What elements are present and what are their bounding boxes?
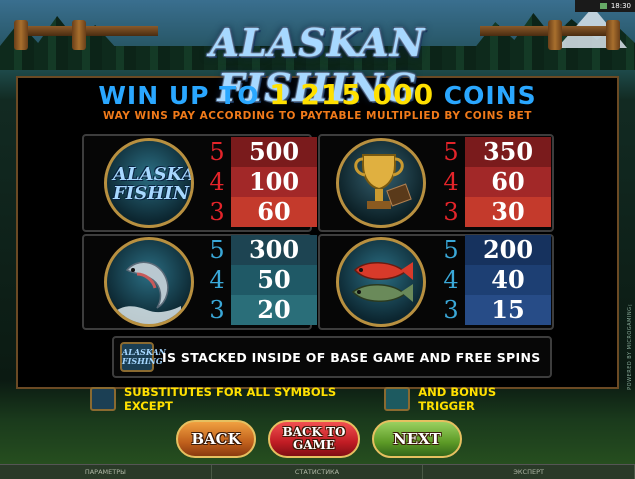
pay-4: 60 xyxy=(465,167,551,197)
salmon-symbol xyxy=(104,237,194,327)
headline-amount: 1 215 000 xyxy=(269,78,435,111)
trophy-pays: 350 60 30 xyxy=(465,137,551,227)
status-bar: ПАРАМЕТРЫ СТАТИСТИКА ЭКСПЕРТ xyxy=(0,464,635,479)
count-3: 3 xyxy=(209,296,225,324)
stacked-note-text: IS STACKED INSIDE OF BASE GAME AND FREE … xyxy=(162,349,541,365)
pay-4: 100 xyxy=(231,167,317,197)
powered-by-label: POWERED BY MICROGAMING™ xyxy=(627,300,633,390)
tray-icon xyxy=(599,3,607,9)
count-3: 3 xyxy=(209,198,225,226)
stacked-note: ALASKAN FISHING IS STACKED INSIDE OF BAS… xyxy=(112,336,552,378)
fish-counts: 5 4 3 xyxy=(441,235,461,325)
trophy-symbol xyxy=(336,138,426,228)
pay-4: 50 xyxy=(231,265,317,295)
game-logo: ALASKAN FISHING xyxy=(130,20,505,110)
fish-pair-icon xyxy=(351,262,413,302)
fish-pays: 200 40 15 xyxy=(465,235,551,325)
dock-post-right xyxy=(606,20,620,50)
logo-pays: 500 100 60 xyxy=(231,137,317,227)
max-win-headline: WIN UP TO 1 215 000 COINS xyxy=(0,78,635,111)
count-5: 5 xyxy=(209,138,225,166)
count-4: 4 xyxy=(209,168,225,196)
wild-logo-icon: ALASKAN FISHING xyxy=(120,342,166,372)
count-5: 5 xyxy=(209,236,225,264)
dock-post-left xyxy=(14,20,28,50)
back-button[interactable]: BACK xyxy=(176,420,256,458)
trophy-counts: 5 4 3 xyxy=(441,137,461,227)
way-wins-note: WAY WINS PAY ACCORDING TO PAYTABLE MULTI… xyxy=(103,110,532,122)
trophy-icon xyxy=(354,154,412,209)
tray-clock: 18:30 xyxy=(610,2,631,10)
count-4: 4 xyxy=(443,266,459,294)
pay-3: 60 xyxy=(231,197,317,227)
next-button[interactable]: NEXT xyxy=(372,420,462,458)
count-4: 4 xyxy=(209,266,225,294)
pay-3: 30 xyxy=(465,197,551,227)
system-tray: 18:30 xyxy=(575,0,635,12)
fish-symbol xyxy=(336,237,426,327)
pay-5: 200 xyxy=(465,235,551,265)
settings-tab[interactable]: ПАРАМЕТРЫ xyxy=(0,464,212,479)
count-5: 5 xyxy=(443,138,459,166)
bonus-scatter-icon xyxy=(384,387,411,411)
expert-tab[interactable]: ЭКСПЕРТ xyxy=(423,464,635,479)
pay-3: 15 xyxy=(465,295,551,325)
salmon-counts: 5 4 3 xyxy=(207,235,227,325)
count-3: 3 xyxy=(443,296,459,324)
bonus-trigger-text: AND BONUS TRIGGER xyxy=(418,385,497,413)
pay-5: 300 xyxy=(231,235,317,265)
logo-symbol-text: ALASKAN FISHING xyxy=(113,164,191,204)
headline-prefix: WIN UP TO xyxy=(98,81,260,110)
substitutes-note: SUBSTITUTES FOR ALL SYMBOLS EXCEPT AND B… xyxy=(90,385,550,413)
substitutes-text: SUBSTITUTES FOR ALL SYMBOLS EXCEPT xyxy=(124,385,337,413)
pay-4: 40 xyxy=(465,265,551,295)
statistics-tab[interactable]: СТАТИСТИКА xyxy=(212,464,424,479)
back-to-game-button[interactable]: BACK TO GAME xyxy=(268,420,360,458)
pay-5: 350 xyxy=(465,137,551,167)
logo-symbol: ALASKAN FISHING xyxy=(104,138,194,228)
jumping-salmon-icon xyxy=(117,261,181,324)
wild-small-icon xyxy=(90,387,116,411)
pay-3: 20 xyxy=(231,295,317,325)
dock-post-left-2 xyxy=(72,20,86,50)
count-4: 4 xyxy=(443,168,459,196)
count-3: 3 xyxy=(443,198,459,226)
count-5: 5 xyxy=(443,236,459,264)
logo-counts: 5 4 3 xyxy=(207,137,227,227)
salmon-pays: 300 50 20 xyxy=(231,235,317,325)
dock-post-right-2 xyxy=(548,20,562,50)
headline-suffix: COINS xyxy=(443,81,537,110)
pay-5: 500 xyxy=(231,137,317,167)
